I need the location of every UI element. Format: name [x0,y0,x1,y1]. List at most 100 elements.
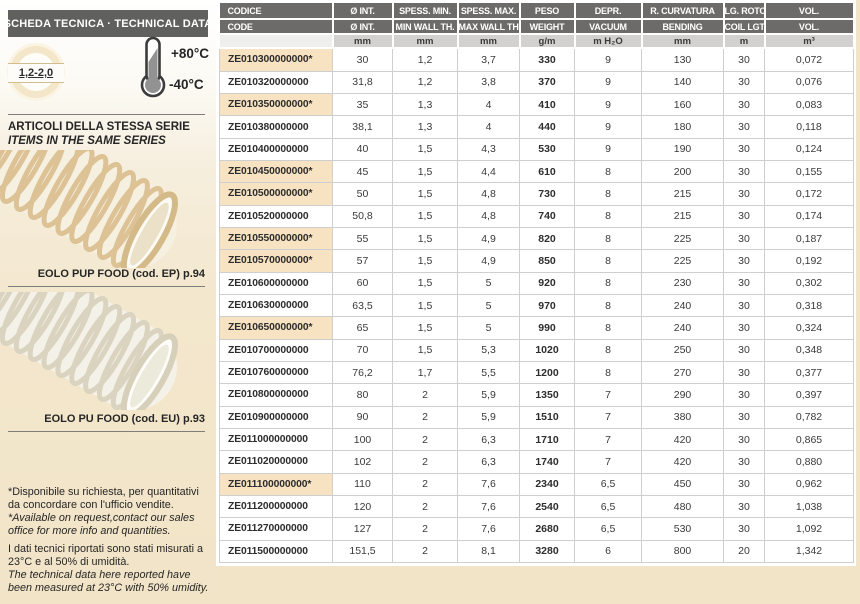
value-cell: 230 [642,272,724,294]
value-cell: 2340 [520,473,575,495]
value-cell: 1,5 [393,339,458,361]
table-row: ZE01032000000031,81,23,83709140300,076 [220,71,854,93]
temp-max-label: +80°C [171,46,209,61]
value-cell: 8 [575,250,642,272]
value-cell: 5,5 [458,361,520,383]
table-row: ZE01102000000010226,317407420300,880 [220,451,854,473]
table-row: ZE01076000000076,21,75,512008270300,377 [220,361,854,383]
value-cell: 6,5 [575,518,642,540]
value-cell: 30 [333,48,393,71]
code-cell: ZE011020000000 [220,451,333,473]
value-cell: 30 [724,451,765,473]
value-cell: 290 [642,384,724,406]
value-cell: 610 [520,161,575,183]
table-row: ZE010500000000*501,54,87308215300,172 [220,183,854,205]
value-cell: 1,5 [393,227,458,249]
value-cell: 100 [333,428,393,450]
value-cell: 160 [642,94,724,116]
code-cell: ZE010570000000* [220,250,333,272]
value-cell: 0,377 [765,361,854,383]
value-cell: 30 [724,227,765,249]
value-cell: 9 [575,94,642,116]
table-row: ZE0109000000009025,915107380300,782 [220,406,854,428]
value-cell: 7,6 [458,473,520,495]
value-cell: 8 [575,205,642,227]
code-cell: ZE010550000000* [220,227,333,249]
table-body: ZE010300000000*301,23,73309130300,072ZE0… [220,48,854,563]
value-cell: 4,8 [458,205,520,227]
header-cell: Ø INT. [333,19,393,34]
table-row: ZE010350000000*351,344109160300,083 [220,94,854,116]
value-cell: 1,2 [393,71,458,93]
code-cell: ZE011270000000 [220,518,333,540]
value-cell: 30 [724,205,765,227]
hose-cross-section-icon: 1,2-2,0 [10,46,62,98]
value-cell: 0,083 [765,94,854,116]
technical-data-table: CODICEØ INT.SPESS. MIN.SPESS. MAX.PESODE… [219,3,855,563]
table-row: ZE01120000000012027,625406,5480301,038 [220,495,854,517]
value-cell: 20 [724,540,765,562]
value-cell: 5 [458,272,520,294]
header-cell: COIL LGTH. [724,19,765,34]
wall-thickness-band: 1,2-2,0 [8,63,64,83]
table-row: ZE011100000000*11027,623406,5450300,962 [220,473,854,495]
value-cell: 2540 [520,495,575,517]
value-cell: 250 [642,339,724,361]
value-cell: 7 [575,428,642,450]
value-cell: 1,2 [393,48,458,71]
header-cell: MAX WALL TH. [458,19,520,34]
footnote-availability-en: *Available on request,contact our sales … [8,512,210,537]
value-cell: 127 [333,518,393,540]
value-cell: 2 [393,495,458,517]
value-cell: 4,3 [458,138,520,160]
value-cell: 800 [642,540,724,562]
footnote-measured-en: The technical data here reported have be… [8,569,210,594]
value-cell: 0,155 [765,161,854,183]
code-cell: ZE011200000000 [220,495,333,517]
value-cell: 0,865 [765,428,854,450]
value-cell: 0,324 [765,317,854,339]
value-cell: 370 [520,71,575,93]
value-cell: 6 [575,540,642,562]
header-cell: BENDING [642,19,724,34]
value-cell: 330 [520,48,575,71]
value-cell: 1740 [520,451,575,473]
value-cell: 7 [575,406,642,428]
code-cell: ZE010630000000 [220,294,333,316]
header-cell: Ø INT. [333,3,393,19]
value-cell: 110 [333,473,393,495]
value-cell: 151,5 [333,540,393,562]
related-product-caption: EOLO PUP FOOD (cod. EP) p.94 [38,268,205,280]
code-cell: ZE010450000000* [220,161,333,183]
value-cell: 0,118 [765,116,854,138]
table-row: ZE01038000000038,11,344409180300,118 [220,116,854,138]
value-cell: 410 [520,94,575,116]
value-cell: 30 [724,428,765,450]
value-cell: 480 [642,495,724,517]
header-row: CODEØ INT.MIN WALL TH.MAX WALL TH.WEIGHT… [220,19,854,34]
value-cell: 2 [393,384,458,406]
value-cell: 50 [333,183,393,205]
footnote-measured-it: I dati tecnici riportati sono stati misu… [8,543,210,569]
series-heading-en: ITEMS IN THE SAME SERIES [8,134,190,148]
unit-cell: g/m [520,34,575,48]
table-row: ZE010650000000*651,559908240300,324 [220,317,854,339]
code-cell: ZE010400000000 [220,138,333,160]
table-row: ZE010450000000*451,54,46108200300,155 [220,161,854,183]
units-row: mmmmmmg/mm H₂Ommmm³ [220,34,854,48]
value-cell: 8 [575,294,642,316]
table-row: ZE01100000000010026,317107420300,865 [220,428,854,450]
value-cell: 40 [333,138,393,160]
table-row: ZE0108000000008025,913507290300,397 [220,384,854,406]
value-cell: 2 [393,428,458,450]
temp-min-label: -40°C [169,77,204,92]
value-cell: 2 [393,540,458,562]
divider [8,431,205,432]
value-cell: 9 [575,48,642,71]
header-cell: CODE [220,19,333,34]
value-cell: 6,5 [575,495,642,517]
value-cell: 2 [393,451,458,473]
code-cell: ZE010500000000* [220,183,333,205]
divider [8,114,205,115]
unit-cell: mm [458,34,520,48]
